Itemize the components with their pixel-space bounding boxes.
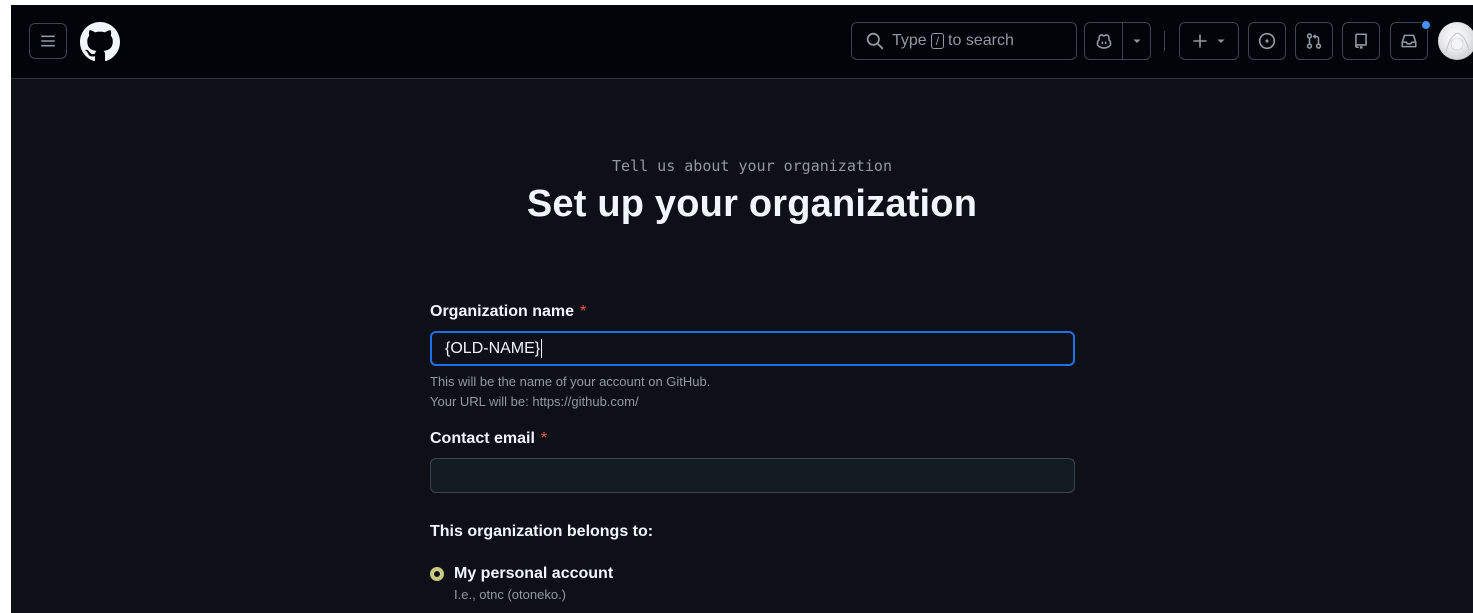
avatar-image <box>1445 32 1470 53</box>
org-name-label: Organization name * <box>430 301 1075 323</box>
contact-email-field[interactable] <box>430 458 1075 493</box>
caret-down-icon <box>1133 39 1140 43</box>
org-name-field[interactable]: {OLD-NAME} <box>430 331 1075 366</box>
repo-icon <box>1355 33 1367 50</box>
copilot-button[interactable] <box>1085 23 1123 59</box>
copilot-dropdown-button[interactable] <box>1123 23 1150 59</box>
avatar[interactable] <box>1438 22 1473 60</box>
personal-account-radio[interactable] <box>430 567 444 581</box>
issue-opened-icon <box>1258 32 1276 50</box>
create-new-button[interactable] <box>1179 22 1239 60</box>
search-icon <box>866 32 884 50</box>
pull-requests-button[interactable] <box>1295 22 1333 60</box>
email-label-text: Contact email <box>430 430 535 447</box>
header-divider <box>1164 31 1165 51</box>
search-placeholder-suffix: to search <box>948 32 1014 49</box>
search-placeholder-type: Type <box>892 32 927 49</box>
personal-account-label: My personal account <box>454 565 614 582</box>
global-header: Type / to search <box>11 5 1473 79</box>
menu-button[interactable] <box>29 23 67 59</box>
github-logo[interactable] <box>80 22 120 62</box>
issues-button[interactable] <box>1248 22 1286 60</box>
page-title: Set up your organization <box>526 183 978 225</box>
search-input[interactable]: Type / to search <box>851 22 1077 60</box>
email-label: Contact email * <box>430 428 1075 450</box>
copilot-button-group <box>1084 22 1151 60</box>
git-pull-request-icon <box>1306 33 1322 49</box>
org-name-label-text: Organization name <box>430 303 575 320</box>
org-name-value: {OLD-NAME} <box>445 339 541 357</box>
hamburger-icon <box>41 35 55 47</box>
notification-dot <box>1421 20 1431 30</box>
plus-icon <box>1193 34 1207 48</box>
caret-down-icon <box>1217 39 1225 43</box>
url-hint: Your URL will be: https://github.com/ <box>430 394 639 409</box>
search-shortcut-key: / <box>930 33 945 49</box>
belongs-to-label: This organization belongs to: <box>430 523 654 540</box>
org-name-hint: This will be the name of your account on… <box>430 374 711 389</box>
page-eyebrow: Tell us about your organization <box>612 157 892 175</box>
repositories-button[interactable] <box>1342 22 1380 60</box>
organization-form: Organization name * {OLD-NAME} This will … <box>430 301 1075 605</box>
inbox-icon <box>1401 34 1417 48</box>
personal-account-option[interactable]: My personal account <box>430 565 1075 583</box>
required-mark: * <box>580 303 587 320</box>
app-frame: Type / to search Tell us about your orga… <box>11 5 1473 613</box>
required-mark: * <box>540 430 548 447</box>
text-caret <box>541 339 543 358</box>
copilot-icon <box>1096 34 1111 49</box>
personal-account-hint: I.e., otnc (otoneko.) <box>454 587 567 602</box>
